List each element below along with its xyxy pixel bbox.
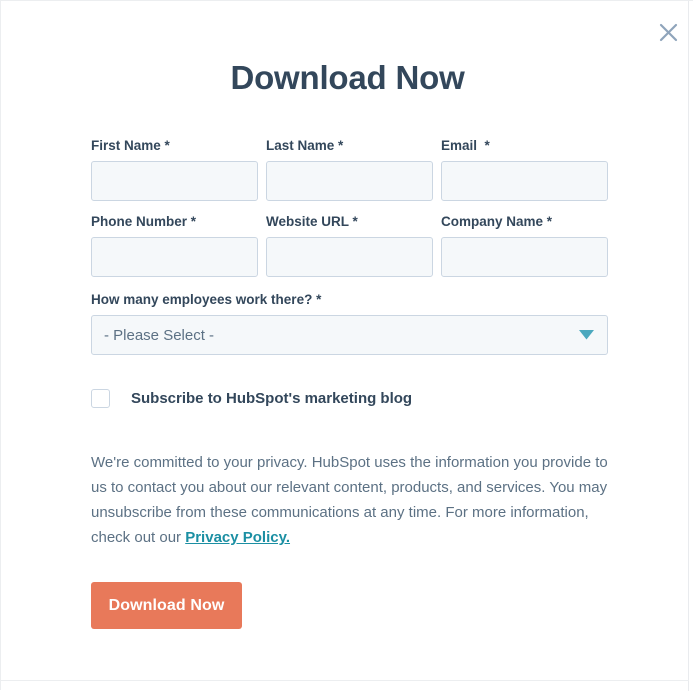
field-first-name: First Name *: [91, 137, 266, 201]
bottom-divider: [1, 680, 689, 681]
field-email: Email *: [441, 137, 608, 201]
privacy-notice: We're committed to your privacy. HubSpot…: [91, 450, 610, 550]
field-label-email: Email *: [441, 138, 490, 153]
field-website-url: Website URL *: [266, 213, 441, 277]
field-last-name: Last Name *: [266, 137, 441, 201]
email-input[interactable]: [441, 161, 608, 201]
field-label-first-name: First Name *: [91, 138, 170, 153]
employee-count-selected-value: - Please Select -: [104, 326, 215, 344]
subscribe-checkbox-row[interactable]: Subscribe to HubSpot's marketing blog: [91, 389, 608, 408]
privacy-notice-text: We're committed to your privacy. HubSpot…: [91, 454, 608, 546]
first-name-input[interactable]: [91, 161, 258, 201]
subscribe-checkbox-label: Subscribe to HubSpot's marketing blog: [131, 390, 413, 407]
field-employee-count: How many employees work there? * - Pleas…: [91, 291, 608, 355]
download-form: First Name * Last Name * Email * Phone N…: [1, 137, 608, 629]
subscribe-checkbox[interactable]: [91, 389, 110, 408]
field-label-phone-number: Phone Number *: [91, 214, 197, 229]
phone-number-input[interactable]: [91, 237, 258, 277]
field-label-company-name: Company Name *: [441, 214, 553, 229]
download-now-button[interactable]: Download Now: [91, 582, 242, 629]
privacy-policy-link[interactable]: Privacy Policy.: [185, 529, 290, 546]
company-name-input[interactable]: [441, 237, 608, 277]
field-label-website-url: Website URL *: [266, 214, 358, 229]
download-modal: Download Now First Name * Last Name * Em…: [1, 1, 693, 629]
last-name-input[interactable]: [266, 161, 433, 201]
employee-count-select-wrapper: - Please Select -: [91, 315, 608, 355]
form-row-2: Phone Number * Website URL * Company Nam…: [91, 213, 608, 277]
website-url-input[interactable]: [266, 237, 433, 277]
page-frame: Download Now First Name * Last Name * Em…: [0, 0, 693, 691]
field-company-name: Company Name *: [441, 213, 608, 277]
field-label-last-name: Last Name *: [266, 138, 344, 153]
page-title: Download Now: [230, 59, 465, 96]
employee-count-select[interactable]: - Please Select -: [91, 315, 608, 355]
field-label-employee-count: How many employees work there? *: [91, 292, 322, 307]
field-phone-number: Phone Number *: [91, 213, 266, 277]
form-row-1: First Name * Last Name * Email *: [91, 137, 608, 201]
